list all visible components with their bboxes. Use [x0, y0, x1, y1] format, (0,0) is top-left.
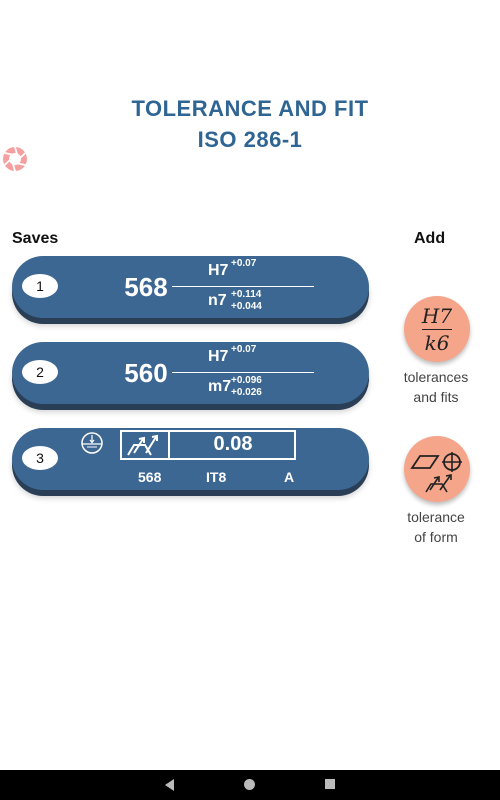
fraction-divider — [172, 286, 314, 287]
add-form-tolerance-button[interactable] — [404, 436, 470, 502]
tolerance-value: 0.08 — [213, 433, 253, 455]
shaft-lower-deviation: +0.044 — [231, 301, 262, 312]
save-index-badge: 2 — [22, 360, 58, 384]
add-tolerances-fits-button[interactable]: H7 k6 — [404, 296, 470, 362]
recent-apps-icon[interactable] — [325, 779, 335, 789]
hole-tolerance-class: H7 — [208, 262, 229, 279]
add-form-tolerance-label[interactable]: tolerance of form — [388, 507, 484, 547]
save-index-badge: 1 — [22, 274, 58, 298]
datum-reference: A — [284, 469, 295, 485]
add-fits-label-line1: tolerances — [403, 369, 469, 385]
fit-shaft-label: k6 — [424, 331, 450, 355]
nominal-size: 560 — [124, 358, 168, 388]
page-title-line1: TOLERANCE AND FIT — [131, 96, 369, 121]
system-navigation-bar — [0, 770, 500, 800]
add-heading: Add — [414, 230, 446, 247]
fit-hole-label: H7 — [421, 304, 453, 328]
hole-upper-deviation: +0.07 — [231, 258, 257, 269]
hole-upper-deviation: +0.07 — [231, 344, 257, 355]
saved-form-card-3[interactable]: 3 0.08 568 IT8 A — [12, 428, 369, 490]
home-icon[interactable] — [244, 779, 255, 790]
it-grade: IT8 — [206, 469, 227, 485]
flatness-symbol-icon — [81, 432, 103, 454]
shaft-tolerance-class: m7 — [208, 378, 232, 395]
geometric-tolerance-icon — [410, 452, 462, 493]
add-form-label-line2: of form — [414, 529, 458, 545]
back-icon[interactable] — [165, 779, 174, 791]
fraction-divider — [172, 372, 314, 373]
page-title-line2: ISO 286-1 — [197, 127, 303, 152]
add-form-label-line1: tolerance — [407, 509, 465, 525]
nominal-size: 568 — [124, 272, 168, 302]
add-fits-label-line2: and fits — [413, 389, 459, 405]
add-tolerances-fits-label[interactable]: tolerances and fits — [388, 367, 484, 407]
shaft-upper-deviation: +0.096 — [231, 375, 262, 386]
saves-heading: Saves — [12, 230, 59, 247]
nominal-size: 568 — [138, 469, 162, 485]
shaft-tolerance-class: n7 — [208, 292, 227, 309]
shaft-lower-deviation: +0.026 — [231, 387, 262, 398]
save-index-badge: 3 — [22, 446, 58, 470]
fit-divider — [422, 329, 452, 330]
saved-fit-card-2[interactable]: 2 560 H7 +0.07 m7 +0.096 +0.026 — [12, 342, 369, 404]
saved-fit-card-1[interactable]: 1 568 H7 +0.07 n7 +0.114 +0.044 — [12, 256, 369, 318]
camera-shutter-icon[interactable] — [2, 146, 28, 172]
shaft-upper-deviation: +0.114 — [231, 289, 262, 300]
total-runout-icon — [127, 434, 158, 456]
hole-tolerance-class: H7 — [208, 348, 229, 365]
